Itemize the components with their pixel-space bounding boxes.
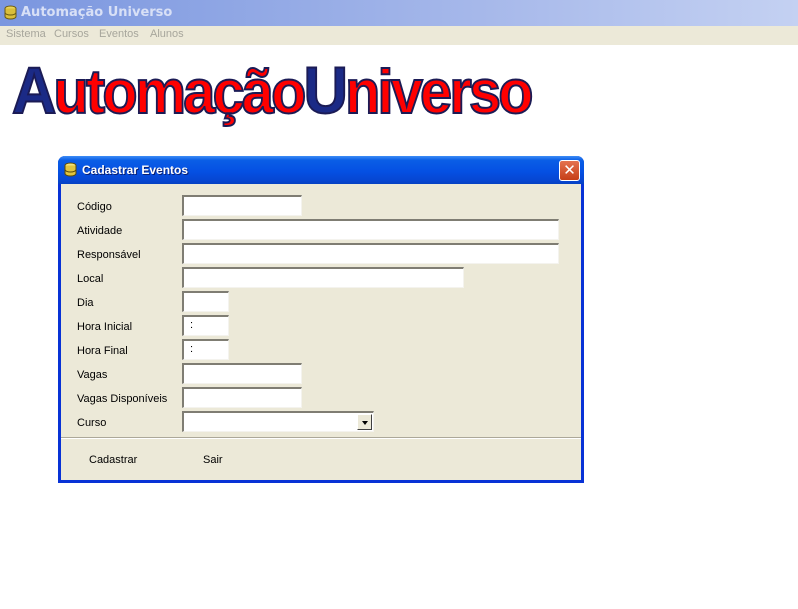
close-button[interactable]: ✕ [559,160,580,181]
close-icon: ✕ [563,161,576,179]
app-logo: AutomaçãoUniverso [11,53,534,127]
chevron-down-icon[interactable] [357,414,372,430]
window-title: Automação Universo [21,5,173,20]
separator [61,437,581,439]
label-hora-inicial: Hora Inicial [77,321,133,333]
label-codigo: Código [77,201,112,213]
local-field[interactable] [182,267,464,288]
label-atividade: Atividade [77,225,123,237]
label-local: Local [77,273,104,285]
sair-button[interactable]: Sair [203,454,223,466]
label-vagas: Vagas [77,369,108,381]
menu-bar: Sistema Cursos Eventos Alunos [0,26,798,45]
database-icon [64,162,77,177]
dialog-titlebar[interactable]: Cadastrar Eventos ✕ [58,156,584,184]
atividade-field[interactable] [182,219,559,240]
main-titlebar[interactable]: Automação Universo [0,0,798,26]
vagas-field[interactable] [182,363,302,384]
cadastrar-eventos-dialog: Cadastrar Eventos ✕ Código Atividade Res… [58,156,584,483]
vagas-disponiveis-field[interactable] [182,387,302,408]
menu-eventos[interactable]: Eventos [99,28,139,40]
label-responsavel: Responsável [77,249,141,261]
label-curso: Curso [77,417,107,429]
menu-alunos[interactable]: Alunos [150,28,184,40]
label-vagas-disponiveis: Vagas Disponíveis [77,393,168,405]
codigo-field[interactable] [182,195,302,216]
label-dia: Dia [77,297,94,309]
dialog-title: Cadastrar Eventos [82,163,189,177]
curso-select[interactable] [182,411,374,432]
menu-cursos[interactable]: Cursos [54,28,89,40]
cadastrar-button[interactable]: Cadastrar [89,454,137,466]
hora-inicial-field[interactable]: : [182,315,229,336]
label-hora-final: Hora Final [77,345,128,357]
database-icon [4,5,17,20]
dia-field[interactable] [182,291,229,312]
responsavel-field[interactable] [182,243,559,264]
hora-final-field[interactable]: : [182,339,229,360]
menu-sistema[interactable]: Sistema [6,28,46,40]
